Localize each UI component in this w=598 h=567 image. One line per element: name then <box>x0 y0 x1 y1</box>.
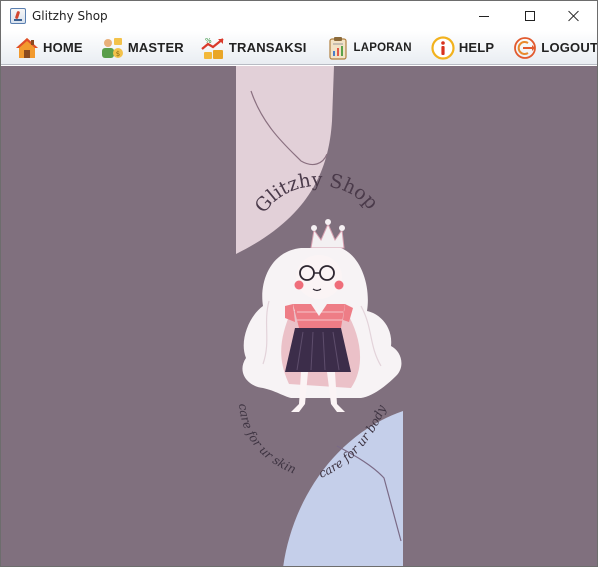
menu-home-label: HOME <box>43 40 83 55</box>
close-icon <box>568 10 580 22</box>
menu-home[interactable]: HOME <box>1 31 89 65</box>
menu-bar: HOME $ MASTER % TRANSAKSI LAPORAN HELP L… <box>1 31 597 65</box>
menu-master-label: MASTER <box>127 40 184 55</box>
info-icon <box>431 35 455 60</box>
menu-master[interactable]: $ MASTER <box>89 31 190 65</box>
minimize-button[interactable] <box>461 1 507 31</box>
maximize-button[interactable] <box>507 1 553 31</box>
menu-transaksi-label: TRANSAKSI <box>228 40 307 55</box>
menu-transaksi[interactable]: % TRANSAKSI <box>190 31 313 65</box>
title-bar: Glitzhy Shop <box>1 1 597 31</box>
tagline-left: care for ur skin <box>236 403 298 477</box>
maximize-icon <box>525 11 535 21</box>
menu-logout[interactable]: LOGOUT <box>500 31 598 65</box>
menu-laporan[interactable]: LAPORAN <box>313 31 418 65</box>
pink-shape <box>236 66 334 254</box>
app-window: Glitzhy Shop HOME $ MASTER % TRANSAKSI L… <box>0 0 598 567</box>
window-title: Glitzhy Shop <box>32 9 108 23</box>
menu-logout-label: LOGOUT <box>541 40 598 55</box>
menu-help-label: HELP <box>458 40 495 55</box>
coins-chart-icon: % <box>201 37 224 59</box>
house-icon <box>16 37 38 58</box>
main-content: Glitzhy Shop care for ur skin care for u… <box>1 66 597 566</box>
clipboard-report-icon <box>328 36 347 60</box>
svg-text:$: $ <box>116 50 120 58</box>
people-icon: $ <box>101 37 123 58</box>
minimize-icon <box>479 15 489 17</box>
menu-laporan-label: LAPORAN <box>353 41 412 54</box>
logout-icon <box>514 36 537 59</box>
svg-text:%: % <box>205 37 212 45</box>
blue-shape <box>283 411 403 566</box>
menu-help[interactable]: HELP <box>418 31 500 65</box>
girl-illustration <box>242 219 402 412</box>
close-button[interactable] <box>551 1 597 31</box>
banner-illustration: Glitzhy Shop care for ur skin care for u… <box>236 66 403 566</box>
java-app-icon <box>10 8 26 24</box>
